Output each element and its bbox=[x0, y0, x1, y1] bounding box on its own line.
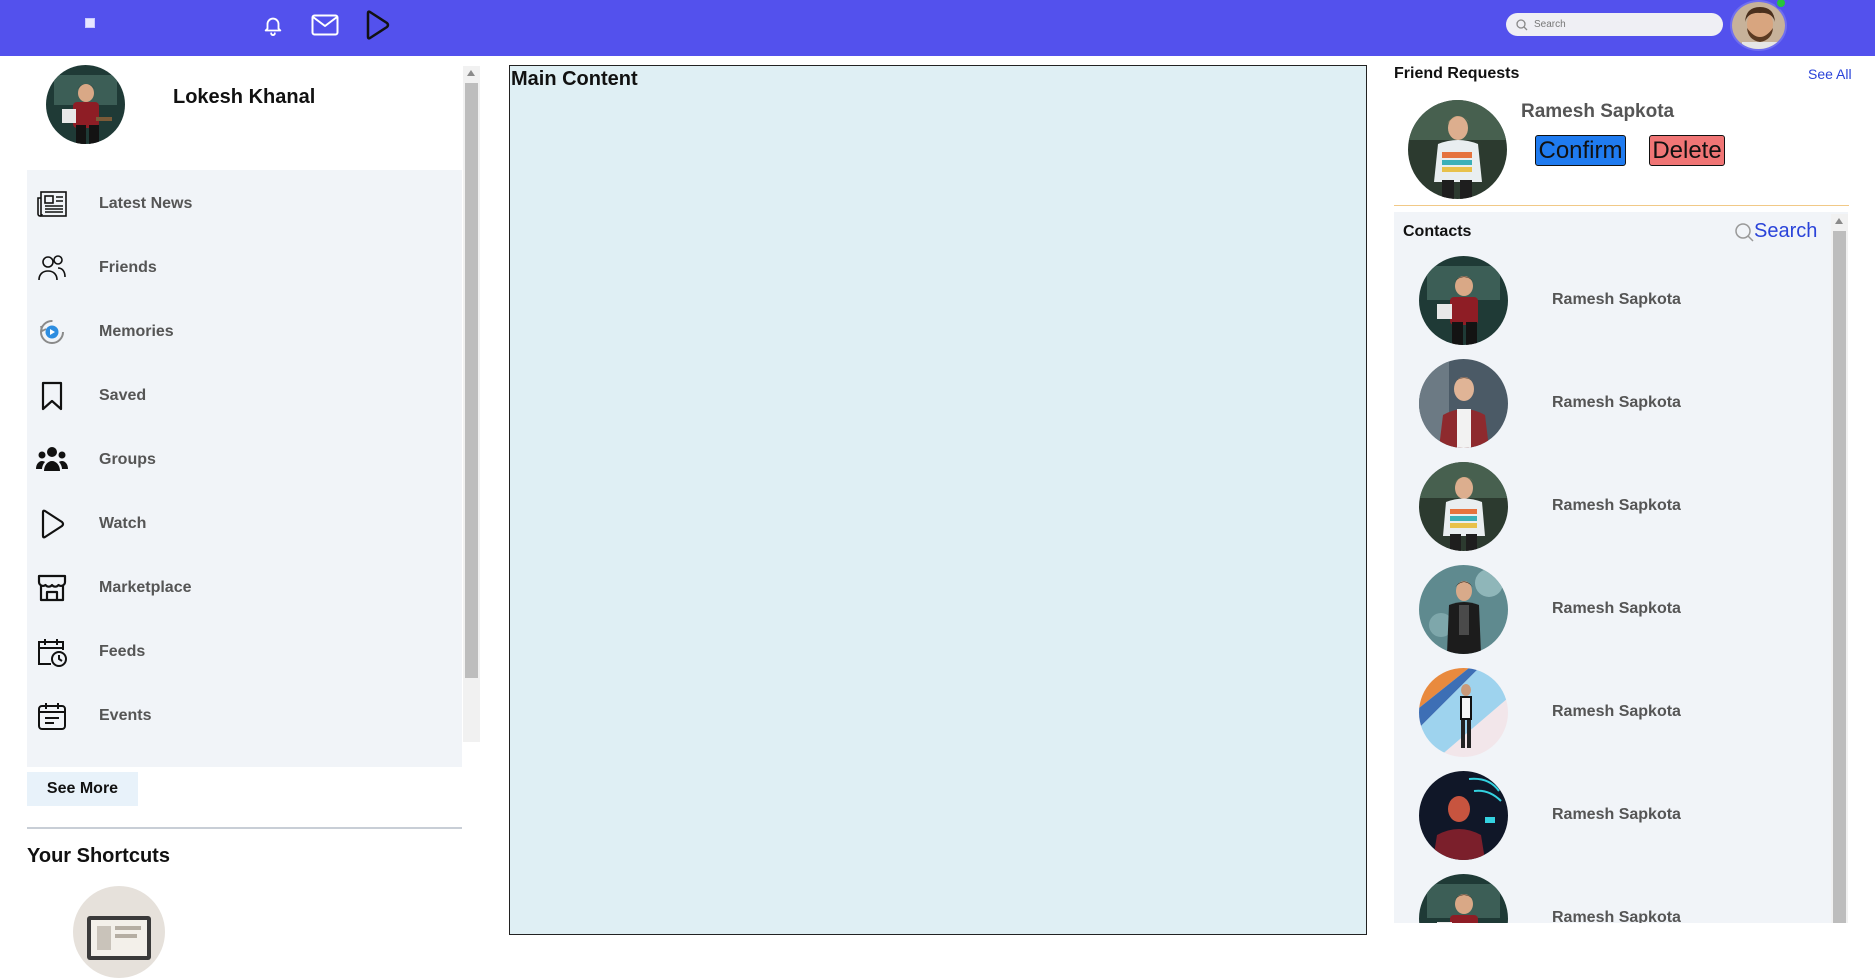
search-icon bbox=[1735, 222, 1754, 242]
sidebar-item-groups[interactable]: Groups bbox=[27, 428, 462, 492]
sidebar-item-label: Events bbox=[99, 707, 152, 724]
divider bbox=[27, 827, 462, 829]
contacts-scrollbar[interactable] bbox=[1831, 214, 1848, 923]
sidebar-item-label: Feeds bbox=[99, 643, 146, 660]
sidebar-menu: Latest News Friends Memories Saved Group… bbox=[27, 170, 462, 767]
contact-item[interactable]: Ramesh Sapkota bbox=[1394, 874, 1829, 923]
contact-avatar bbox=[1419, 462, 1508, 551]
contacts-title: Contacts bbox=[1403, 223, 1472, 240]
contact-avatar bbox=[1419, 256, 1508, 345]
store-icon bbox=[35, 571, 69, 605]
scroll-up-arrow-icon[interactable] bbox=[467, 70, 475, 76]
contact-avatar bbox=[1419, 771, 1508, 860]
contact-name: Ramesh Sapkota bbox=[1552, 909, 1681, 923]
sidebar-item-label: Saved bbox=[99, 387, 147, 404]
sidebar-scrollbar[interactable] bbox=[463, 66, 480, 742]
play-icon[interactable] bbox=[362, 10, 392, 40]
profile-name[interactable]: Lokesh Khanal bbox=[173, 86, 315, 109]
sidebar-item-feeds[interactable]: Feeds bbox=[27, 620, 462, 684]
scrollbar-thumb[interactable] bbox=[1833, 231, 1846, 923]
contact-name: Ramesh Sapkota bbox=[1552, 600, 1681, 617]
contact-avatar bbox=[1419, 359, 1508, 448]
contact-item[interactable]: Ramesh Sapkota bbox=[1394, 359, 1829, 462]
sidebar-item-label: Watch bbox=[99, 515, 147, 532]
shortcuts-title: Your Shortcuts bbox=[27, 845, 170, 867]
friends-icon bbox=[35, 251, 69, 285]
newspaper-icon bbox=[35, 187, 69, 221]
memories-icon bbox=[35, 315, 69, 349]
divider bbox=[1394, 205, 1849, 206]
groups-icon bbox=[35, 443, 69, 477]
top-navbar bbox=[0, 0, 1875, 56]
contact-avatar bbox=[1419, 668, 1508, 757]
contact-name: Ramesh Sapkota bbox=[1552, 703, 1681, 720]
contact-item[interactable]: Ramesh Sapkota bbox=[1394, 462, 1829, 565]
contact-name: Ramesh Sapkota bbox=[1552, 394, 1681, 411]
scrollbar-thumb[interactable] bbox=[465, 83, 478, 678]
contact-avatar bbox=[1419, 565, 1508, 654]
search-bar[interactable] bbox=[1506, 13, 1723, 36]
left-sidebar: Lokesh Khanal Latest News Friends Memori… bbox=[0, 56, 482, 978]
search-icon bbox=[1516, 18, 1528, 30]
calendar-clock-icon bbox=[35, 635, 69, 669]
scroll-up-arrow-icon[interactable] bbox=[1835, 218, 1843, 224]
play-icon bbox=[35, 507, 69, 541]
contacts-panel: Contacts Search Ramesh Sapkota Ramesh Sa… bbox=[1394, 212, 1848, 923]
main-content: Main Content bbox=[509, 65, 1367, 935]
shortcut-thumbnail[interactable] bbox=[73, 886, 165, 978]
sidebar-item-label: Groups bbox=[99, 451, 156, 468]
friend-request-name[interactable]: Ramesh Sapkota bbox=[1521, 101, 1674, 123]
profile-avatar[interactable] bbox=[46, 65, 125, 144]
delete-button[interactable]: Delete bbox=[1649, 135, 1725, 166]
calendar-icon bbox=[35, 699, 69, 733]
sidebar-item-friends[interactable]: Friends bbox=[27, 236, 462, 300]
sidebar-item-memories[interactable]: Memories bbox=[27, 300, 462, 364]
contact-item[interactable]: Ramesh Sapkota bbox=[1394, 771, 1829, 874]
see-more-button[interactable]: See More bbox=[27, 772, 138, 806]
see-all-link[interactable]: See All bbox=[1808, 66, 1852, 82]
contact-name: Ramesh Sapkota bbox=[1552, 291, 1681, 308]
sidebar-item-label: Marketplace bbox=[99, 579, 192, 596]
friend-requests-title: Friend Requests bbox=[1394, 65, 1520, 82]
bookmark-icon bbox=[35, 379, 69, 413]
contact-avatar bbox=[1419, 874, 1508, 923]
contact-name: Ramesh Sapkota bbox=[1552, 497, 1681, 514]
sidebar-item-marketplace[interactable]: Marketplace bbox=[27, 556, 462, 620]
contact-name: Ramesh Sapkota bbox=[1552, 806, 1681, 823]
confirm-button[interactable]: Confirm bbox=[1535, 135, 1626, 166]
search-input[interactable] bbox=[1534, 19, 1714, 30]
sidebar-item-events[interactable]: Events bbox=[27, 684, 462, 748]
logo-image[interactable] bbox=[85, 18, 95, 28]
contacts-search-label: Search bbox=[1754, 220, 1818, 242]
contacts-search-button[interactable]: Search bbox=[1734, 220, 1817, 243]
main-content-title: Main Content bbox=[511, 68, 638, 90]
mail-icon[interactable] bbox=[310, 10, 340, 40]
sidebar-item-saved[interactable]: Saved bbox=[27, 364, 462, 428]
contact-item[interactable]: Ramesh Sapkota bbox=[1394, 668, 1829, 771]
sidebar-item-latest-news[interactable]: Latest News bbox=[27, 172, 462, 236]
friend-request-avatar[interactable] bbox=[1408, 100, 1507, 199]
bell-icon[interactable] bbox=[258, 10, 288, 40]
online-status-indicator bbox=[1775, 0, 1787, 9]
sidebar-item-label: Memories bbox=[99, 323, 174, 340]
contact-item[interactable]: Ramesh Sapkota bbox=[1394, 565, 1829, 668]
contact-item[interactable]: Ramesh Sapkota bbox=[1394, 256, 1829, 359]
sidebar-item-watch[interactable]: Watch bbox=[27, 492, 462, 556]
sidebar-item-label: Friends bbox=[99, 259, 157, 276]
sidebar-item-label: Latest News bbox=[99, 195, 193, 212]
